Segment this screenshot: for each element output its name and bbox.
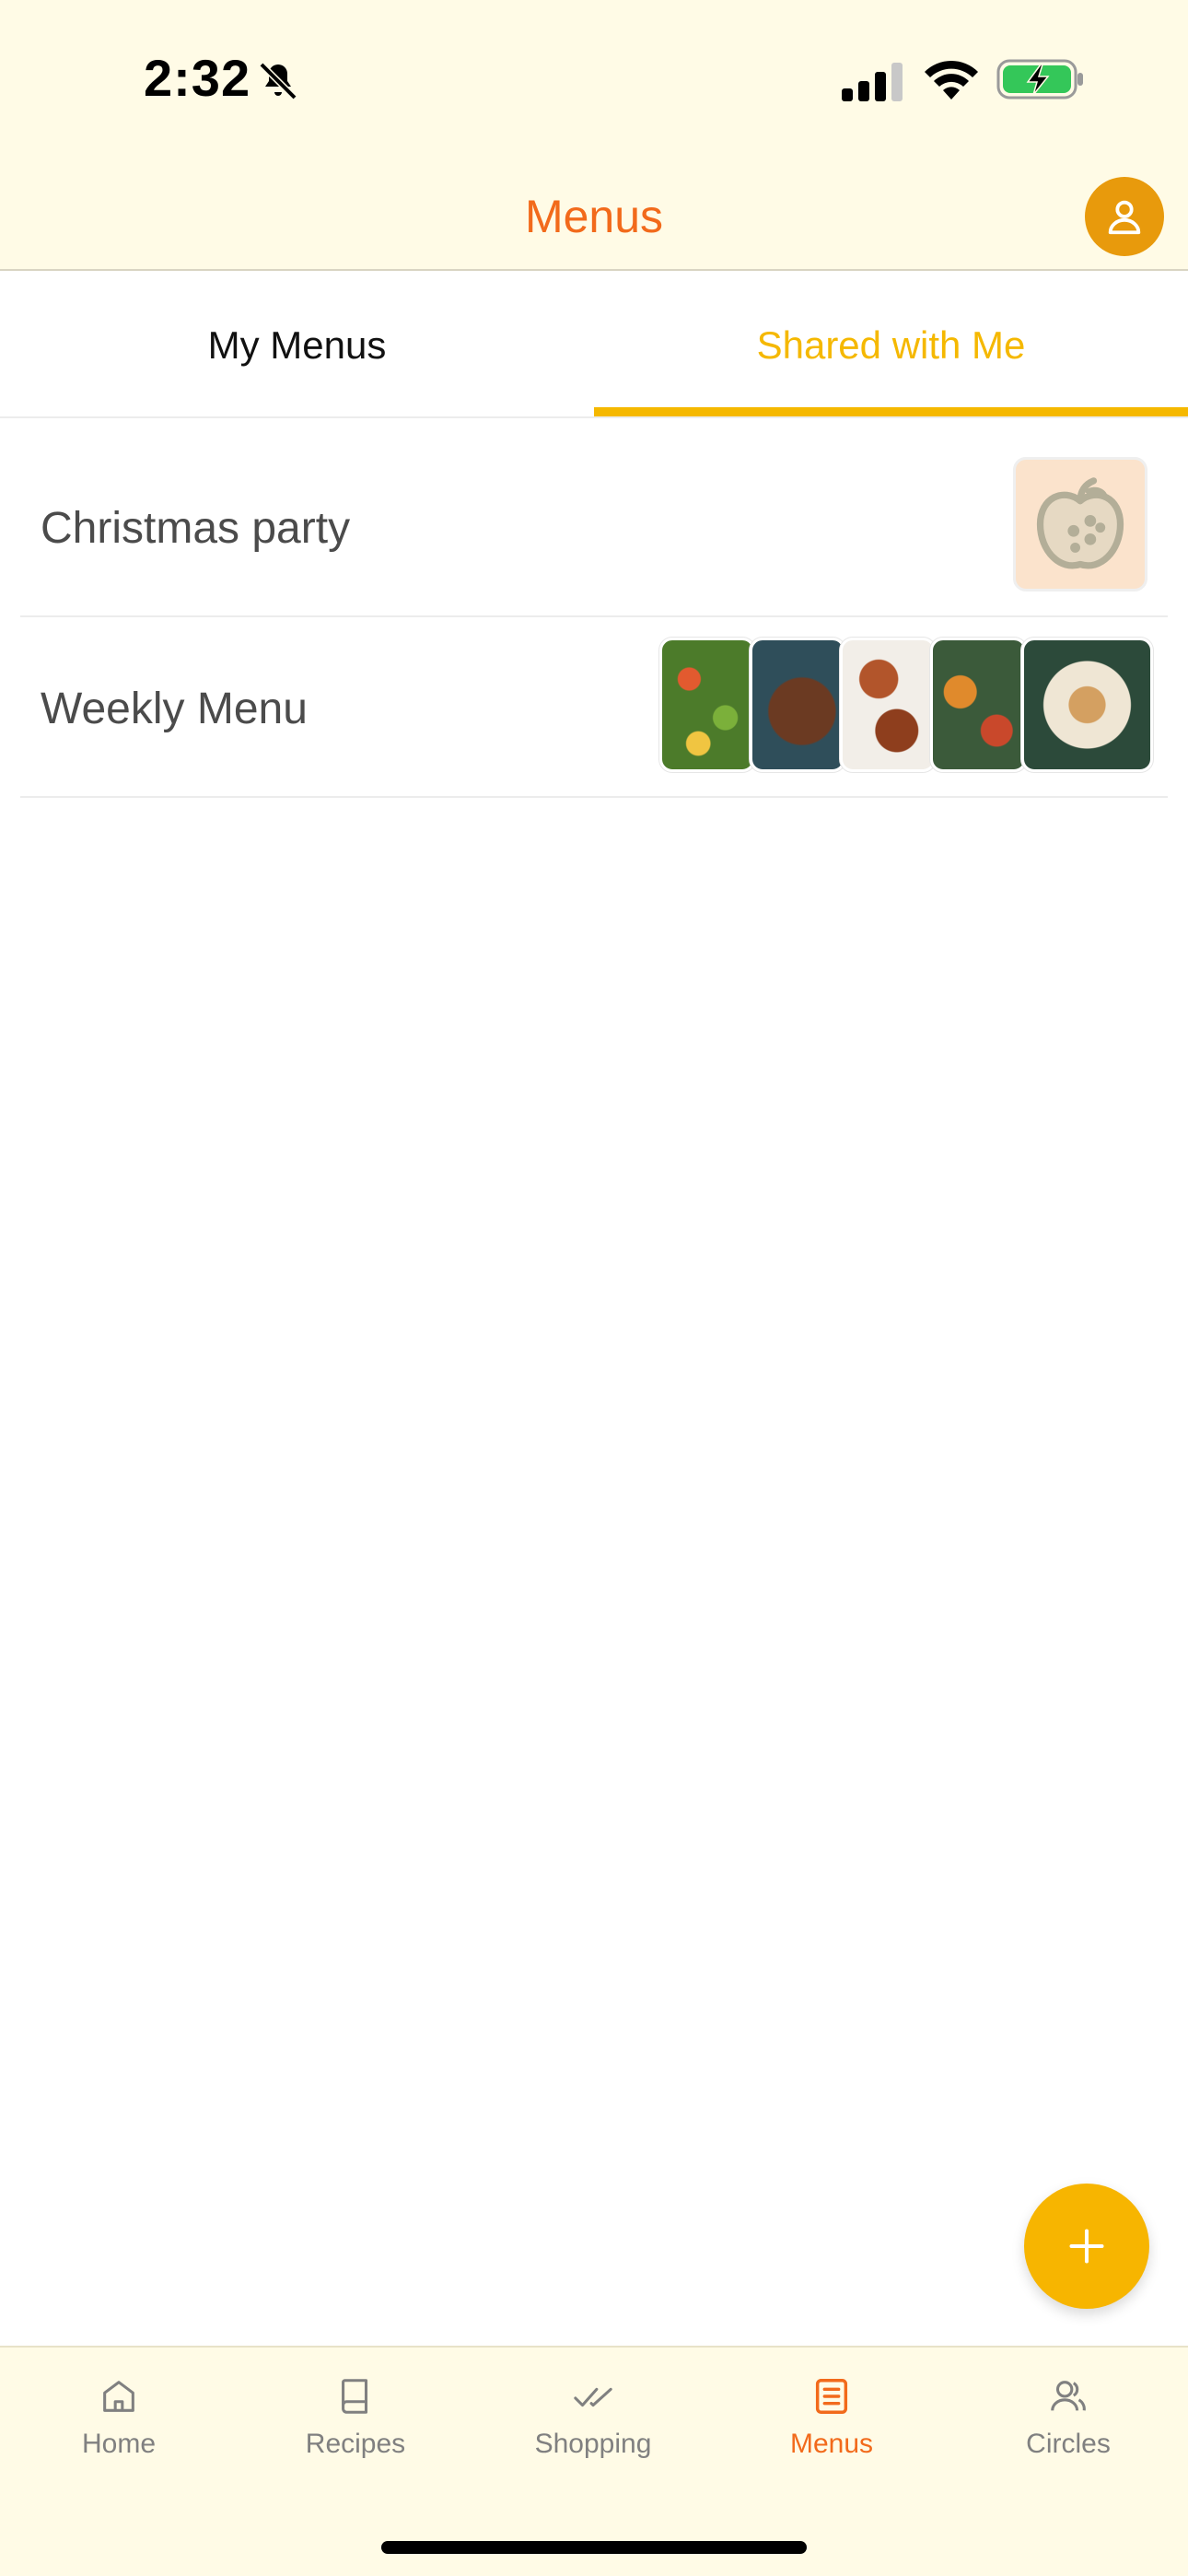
active-tab-indicator: [594, 407, 1188, 416]
recipe-thumbnail: [750, 638, 846, 772]
wifi-icon: [925, 60, 978, 100]
menu-row-christmas-party[interactable]: Christmas party: [20, 437, 1168, 617]
menu-tabs: My Menus Shared with Me: [0, 273, 1188, 418]
recipe-thumbnail: [659, 638, 756, 772]
recipe-thumbnail: [1020, 638, 1153, 772]
menu-row-weekly-menu[interactable]: Weekly Menu: [20, 617, 1168, 798]
battery-icon: [996, 59, 1083, 100]
home-indicator: [381, 2541, 807, 2554]
bell-off-icon: [259, 62, 297, 100]
nav-menus[interactable]: Menus: [740, 2375, 924, 2476]
people-icon: [1051, 2381, 1086, 2411]
top-bar: 2:32 Menus: [0, 0, 1188, 271]
add-menu-button[interactable]: [1024, 2184, 1149, 2309]
nav-home[interactable]: Home: [27, 2375, 211, 2476]
book-icon: [342, 2379, 368, 2414]
double-check-icon: [574, 2387, 612, 2407]
nav-shopping[interactable]: Shopping: [501, 2375, 685, 2476]
user-icon: [1108, 200, 1141, 235]
status-time: 2:32: [144, 49, 251, 107]
home-icon: [103, 2381, 134, 2412]
nav-label: Circles: [1026, 2429, 1111, 2459]
plus-icon: [1069, 2229, 1104, 2264]
recipe-thumbnails: [659, 638, 1153, 772]
menu-name: Christmas party: [41, 504, 351, 553]
menu-thumbnail-placeholder: [1013, 457, 1147, 591]
tab-shared-with-me[interactable]: Shared with Me: [594, 273, 1188, 418]
nav-recipes[interactable]: Recipes: [263, 2375, 448, 2476]
recipe-thumbnail: [840, 638, 937, 772]
apple-icon: [1036, 477, 1124, 569]
recipe-thumbnail: [930, 638, 1027, 772]
page-title: Menus: [524, 191, 664, 242]
menu-name: Weekly Menu: [41, 685, 308, 733]
nav-label: Shopping: [534, 2429, 652, 2459]
profile-avatar-button[interactable]: [1085, 177, 1164, 256]
cellular-signal-icon: [842, 63, 903, 101]
tab-my-menus[interactable]: My Menus: [0, 273, 594, 418]
nav-label: Home: [81, 2429, 157, 2459]
nav-circles[interactable]: Circles: [976, 2375, 1160, 2476]
nav-label: Recipes: [305, 2429, 406, 2459]
nav-label: Menus: [789, 2429, 874, 2459]
list-icon: [815, 2379, 848, 2414]
